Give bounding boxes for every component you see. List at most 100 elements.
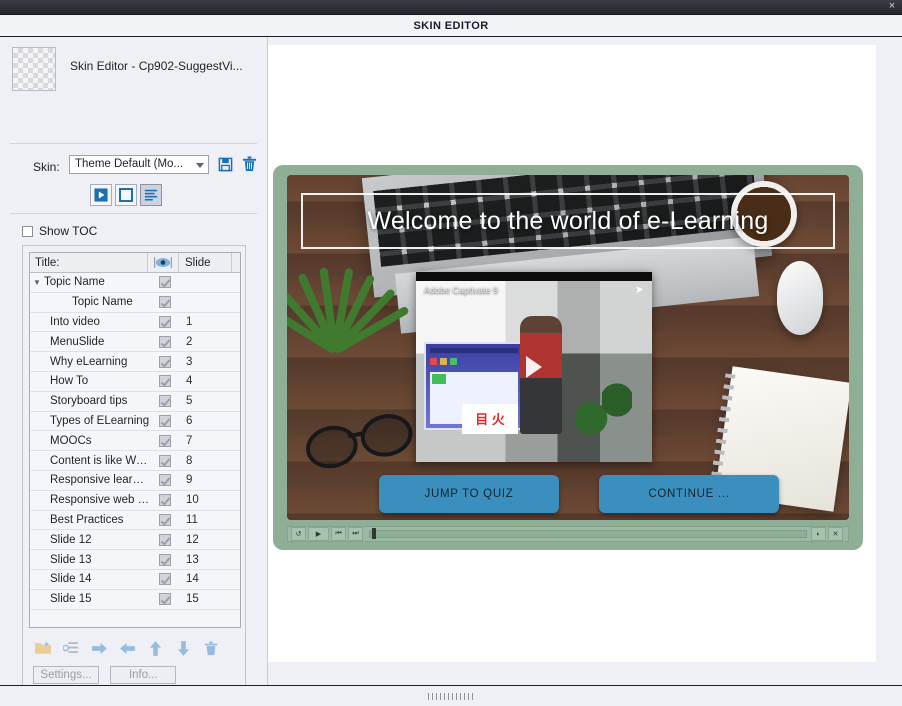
toc-row-slide-number: 5 <box>186 395 193 408</box>
arrow-left-icon[interactable] <box>117 638 137 658</box>
topic-properties-icon[interactable] <box>61 638 81 658</box>
show-toc-label: Show TOC <box>39 224 98 238</box>
toc-list[interactable]: Title: Slide ▼ Topic Name Topic Name Into v… <box>29 252 241 628</box>
rewind-button[interactable]: ↺ <box>291 527 306 541</box>
skin-row: Skin: Theme Default (Mo... <box>0 155 267 181</box>
settings-button[interactable]: Settings... <box>33 666 99 684</box>
progress-slider[interactable] <box>369 528 807 539</box>
toc-empty-area[interactable] <box>30 609 240 627</box>
table-row[interactable]: Responsive learning 9 <box>30 470 240 491</box>
toc-row-title: Responsive learning <box>50 474 150 487</box>
table-row[interactable]: ▼ Topic Name <box>30 273 240 293</box>
close-icon[interactable]: × <box>886 0 898 13</box>
toc-visibility-checkbox[interactable] <box>150 454 180 467</box>
info-button[interactable]: Info... <box>110 666 177 684</box>
toc-row-slide-number: 9 <box>186 474 193 487</box>
checkbox-checked-icon <box>159 296 171 309</box>
toc-row-slide-number: 4 <box>186 375 193 388</box>
table-row[interactable]: MenuSlide 2 <box>30 332 240 353</box>
table-row[interactable]: Slide 13 13 <box>30 550 240 570</box>
trash-icon[interactable] <box>201 638 221 658</box>
arrow-right-icon[interactable] <box>89 638 109 658</box>
close-playbar-button[interactable]: ✕ <box>828 527 843 541</box>
play-button[interactable]: ▶ <box>308 527 329 541</box>
toc-visibility-checkbox[interactable] <box>150 276 180 289</box>
jump-to-quiz-button[interactable]: JUMP TO QUIZ <box>379 475 559 513</box>
table-row[interactable]: Slide 15 15 <box>30 589 240 610</box>
table-row[interactable]: Types of ELearning 6 <box>30 411 240 432</box>
show-toc-checkbox[interactable]: Show TOC <box>22 224 97 238</box>
project-header: Skin Editor - Cp902-SuggestVi... <box>0 43 267 109</box>
toc-visibility-checkbox[interactable] <box>150 375 180 388</box>
continue-button[interactable]: CONTINUE ... <box>599 475 779 513</box>
toc-visibility-checkbox[interactable] <box>150 593 180 606</box>
video-card-image: 目 火 <box>462 404 518 434</box>
toc-visibility-checkbox[interactable] <box>150 395 180 408</box>
toc-row-slide-number: 8 <box>186 454 193 467</box>
arrow-down-icon[interactable] <box>173 638 193 658</box>
save-icon[interactable] <box>218 157 233 172</box>
table-row[interactable]: Responsive web d... 10 <box>30 490 240 511</box>
checkbox-checked-icon <box>159 454 171 467</box>
table-row[interactable]: Storyboard tips 5 <box>30 391 240 412</box>
skin-select[interactable]: Theme Default (Mo... <box>69 155 209 174</box>
table-row[interactable]: Slide 14 14 <box>30 569 240 590</box>
toc-visibility-checkbox[interactable] <box>150 355 180 368</box>
skin-editor-window: × SKIN EDITOR Skin Editor - Cp902-Sugges… <box>0 0 902 706</box>
checkbox-checked-icon <box>159 355 171 368</box>
table-row[interactable]: Best Practices 11 <box>30 510 240 531</box>
toc-row-title: Types of ELearning <box>50 414 150 427</box>
toc-row-title: MOOCs <box>50 434 92 447</box>
progress-knob[interactable] <box>372 528 376 539</box>
trash-icon[interactable] <box>242 156 257 172</box>
toc-visibility-checkbox[interactable] <box>150 414 180 427</box>
new-folder-icon[interactable] <box>33 638 53 658</box>
checkbox-checked-icon <box>159 474 171 487</box>
table-row[interactable]: Slide 12 12 <box>30 530 240 551</box>
playback-controls-tab[interactable] <box>90 184 112 206</box>
toc-row-slide-number: 2 <box>186 335 193 348</box>
table-row[interactable]: Topic Name <box>30 292 240 313</box>
toc-visibility-checkbox[interactable] <box>150 335 180 348</box>
audio-button[interactable]: ◐ <box>811 527 826 541</box>
table-row[interactable]: Content is like Water 8 <box>30 451 240 471</box>
checkbox-checked-icon <box>159 276 171 289</box>
table-row[interactable]: How To 4 <box>30 371 240 392</box>
table-row[interactable]: Why eLearning 3 <box>30 352 240 372</box>
borders-tab[interactable] <box>115 184 137 206</box>
computer-mouse-image <box>777 261 823 335</box>
toc-visibility-checkbox[interactable] <box>150 573 180 586</box>
toc-row-title: Why eLearning <box>50 355 128 368</box>
project-thumbnail <box>12 47 56 91</box>
checkbox-checked-icon <box>159 335 171 348</box>
video-player[interactable]: 目 火 Adobe Captivate 9 ➤ <box>416 272 652 462</box>
next-slide-button[interactable]: ⏭ <box>348 527 363 541</box>
eye-icon[interactable] <box>147 253 179 272</box>
resize-grip[interactable] <box>428 692 474 700</box>
toc-visibility-checkbox[interactable] <box>150 315 180 328</box>
toc-visibility-checkbox[interactable] <box>150 513 180 526</box>
table-row[interactable]: MOOCs 7 <box>30 431 240 452</box>
toc-list-header: Title: Slide <box>30 253 240 273</box>
chevron-down-icon[interactable]: ▼ <box>30 278 44 287</box>
toc-visibility-checkbox[interactable] <box>150 474 180 487</box>
toc-visibility-checkbox[interactable] <box>150 553 180 566</box>
play-triangle-icon[interactable] <box>526 356 542 378</box>
toc-visibility-checkbox[interactable] <box>150 533 180 546</box>
toc-rows-container: ▼ Topic Name Topic Name Into video 1 MenuSlid… <box>30 273 240 627</box>
table-row[interactable]: Into video 1 <box>30 312 240 333</box>
arrow-up-icon[interactable] <box>145 638 165 658</box>
share-arrow-icon[interactable]: ➤ <box>635 283 644 296</box>
table-of-contents-tab[interactable] <box>140 184 162 206</box>
checkbox-checked-icon <box>159 573 171 586</box>
column-resize-grip[interactable] <box>231 253 240 272</box>
toc-visibility-checkbox[interactable] <box>150 296 180 309</box>
checkbox-checked-icon <box>159 434 171 447</box>
toc-row-title: Topic Name <box>44 276 105 289</box>
toc-visibility-checkbox[interactable] <box>150 494 180 507</box>
previous-slide-button[interactable]: ⏮ <box>331 527 346 541</box>
toc-visibility-checkbox[interactable] <box>150 434 180 447</box>
chevron-down-icon <box>196 163 204 168</box>
project-title: Skin Editor - Cp902-SuggestVi... <box>70 59 243 73</box>
dialog-header: SKIN EDITOR <box>0 15 902 37</box>
